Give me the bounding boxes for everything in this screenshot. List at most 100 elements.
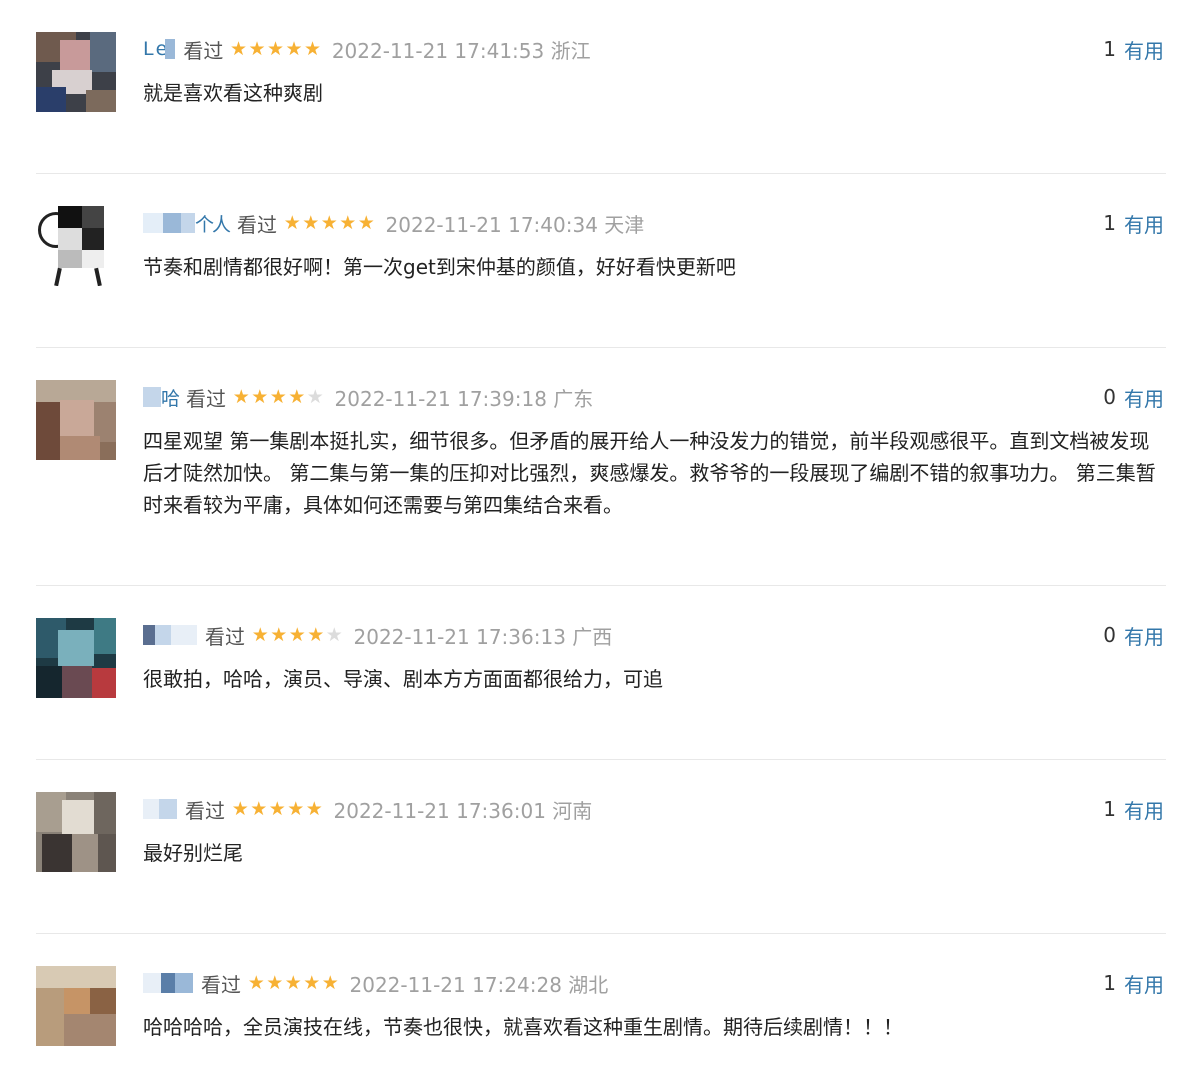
comment-location: 广西 <box>572 624 613 649</box>
comment-location: 浙江 <box>550 38 591 63</box>
comment-time: 2022-11-21 17:36:01 河南 <box>333 798 593 823</box>
star-filled-icon: ★ <box>284 972 302 994</box>
star-filled-icon: ★ <box>307 624 325 646</box>
comment-header: L e 看过 ★ ★ ★ ★ ★ 2022-11-21 17:41:53 浙江 <box>143 36 591 63</box>
star-filled-icon: ★ <box>270 624 288 646</box>
star-filled-icon: ★ <box>266 972 284 994</box>
comment-time: 2022-11-21 17:24:28 湖北 <box>349 972 609 997</box>
star-filled-icon: ★ <box>283 212 301 234</box>
star-filled-icon: ★ <box>251 624 269 646</box>
star-filled-icon: ★ <box>230 38 248 60</box>
star-filled-icon: ★ <box>267 38 285 60</box>
rating-stars: ★ ★ ★ ★ ★ <box>283 213 376 233</box>
star-filled-icon: ★ <box>304 38 322 60</box>
vote-count: 0 <box>1103 385 1116 409</box>
username-link[interactable] <box>143 622 197 648</box>
comment-header: 看过 ★ ★ ★ ★ ★ 2022-11-21 17:36:13 广西 <box>143 622 613 649</box>
comment-time: 2022-11-21 17:41:53 浙江 <box>331 38 591 63</box>
star-filled-icon: ★ <box>248 38 266 60</box>
comment-time: 2022-11-21 17:39:18 广东 <box>334 386 594 411</box>
avatar[interactable] <box>36 32 116 112</box>
comment-text: 四星观望 第一集剧本挺扎实，细节很多。但矛盾的展开给人一种没发力的错觉，前半段观… <box>143 429 1156 517</box>
star-filled-icon: ★ <box>321 972 339 994</box>
star-filled-icon: ★ <box>232 386 250 408</box>
comment-item: 看过 ★ ★ ★ ★ ★ 2022-11-21 17:36:13 广西 0 有用 很敢拍… <box>0 586 1200 760</box>
watch-status: 看过 <box>185 798 225 823</box>
watch-status: 看过 <box>237 212 278 237</box>
watch-status: 看过 <box>205 624 245 649</box>
useful-button[interactable]: 有用 <box>1124 969 1164 998</box>
vote-count: 1 <box>1103 37 1116 61</box>
star-filled-icon: ★ <box>320 212 338 234</box>
star-filled-icon: ★ <box>288 386 306 408</box>
watch-status: 看过 <box>186 386 227 411</box>
username-link[interactable]: L e <box>143 36 176 62</box>
comment-header: 看过 ★ ★ ★ ★ ★ 2022-11-21 17:36:01 河南 <box>143 796 593 823</box>
rating-stars: ★ ★ ★ ★ ★ <box>229 39 322 59</box>
comment-time: 2022-11-21 17:40:34 天津 <box>385 212 645 237</box>
comment-item: 看过 ★ ★ ★ ★ ★ 2022-11-21 17:36:01 河南 1 有用 最好别… <box>0 760 1200 934</box>
vote-area: 0 有用 <box>1103 621 1164 650</box>
comment-location: 天津 <box>604 212 645 237</box>
comment-header: 看过 ★ ★ ★ ★ ★ 2022-11-21 17:24:28 湖北 <box>143 970 609 997</box>
avatar[interactable] <box>36 380 116 460</box>
star-filled-icon: ★ <box>269 386 287 408</box>
useful-button[interactable]: 有用 <box>1124 795 1164 824</box>
username-link[interactable]: 个人 <box>143 210 231 236</box>
comment-text: 很敢拍，哈哈，演员、导演、剧本方方面面都很给力，可追 <box>143 667 663 691</box>
star-filled-icon: ★ <box>250 798 268 820</box>
vote-area: 1 有用 <box>1103 795 1164 824</box>
avatar[interactable] <box>36 966 116 1046</box>
comment-location: 河南 <box>552 798 593 823</box>
vote-count: 1 <box>1103 797 1116 821</box>
star-filled-icon: ★ <box>357 212 375 234</box>
vote-area: 1 有用 <box>1103 209 1164 238</box>
comment-location: 湖北 <box>568 972 609 997</box>
star-filled-icon: ★ <box>247 972 265 994</box>
comment-list: L e 看过 ★ ★ ★ ★ ★ 2022-11-21 17:41:53 浙江 1 有用… <box>0 0 1200 1066</box>
star-filled-icon: ★ <box>303 972 321 994</box>
comment-item: 个人 看过 ★ ★ ★ ★ ★ 2022-11-21 17:40:34 天津 1 有用 … <box>0 174 1200 348</box>
comment-item: L e 看过 ★ ★ ★ ★ ★ 2022-11-21 17:41:53 浙江 1 有用… <box>0 0 1200 174</box>
star-filled-icon: ★ <box>231 798 249 820</box>
rating-stars: ★ ★ ★ ★ ★ <box>231 799 324 819</box>
star-filled-icon: ★ <box>339 212 357 234</box>
username-link[interactable]: 哈 <box>143 384 180 410</box>
comment-item: 看过 ★ ★ ★ ★ ★ 2022-11-21 17:24:28 湖北 1 有用 哈哈哈… <box>0 934 1200 1066</box>
star-filled-icon: ★ <box>302 212 320 234</box>
comment-header: 哈 看过 ★ ★ ★ ★ ★ 2022-11-21 17:39:18 广东 <box>143 384 594 411</box>
comment-text: 最好别烂尾 <box>143 841 243 865</box>
rating-stars: ★ ★ ★ ★ ★ <box>247 973 340 993</box>
comment-text: 节奏和剧情都很好啊！第一次get到宋仲基的颜值，好好看快更新吧 <box>143 255 736 279</box>
star-filled-icon: ★ <box>251 386 269 408</box>
star-filled-icon: ★ <box>287 798 305 820</box>
star-filled-icon: ★ <box>288 624 306 646</box>
comment-location: 广东 <box>553 386 594 411</box>
useful-button[interactable]: 有用 <box>1124 383 1164 412</box>
comment-text: 就是喜欢看这种爽剧 <box>143 81 323 105</box>
watch-status: 看过 <box>183 38 224 63</box>
vote-area: 1 有用 <box>1103 35 1164 64</box>
vote-count: 1 <box>1103 971 1116 995</box>
star-empty-icon: ★ <box>325 624 343 646</box>
useful-button[interactable]: 有用 <box>1124 35 1164 64</box>
vote-area: 1 有用 <box>1103 969 1164 998</box>
star-empty-icon: ★ <box>306 386 324 408</box>
vote-count: 0 <box>1103 623 1116 647</box>
rating-stars: ★ ★ ★ ★ ★ <box>251 625 344 645</box>
username-link[interactable] <box>143 796 177 822</box>
rating-stars: ★ ★ ★ ★ ★ <box>232 387 325 407</box>
username-link[interactable] <box>143 970 193 996</box>
avatar[interactable] <box>36 206 116 286</box>
comment-time: 2022-11-21 17:36:13 广西 <box>353 624 613 649</box>
useful-button[interactable]: 有用 <box>1124 621 1164 650</box>
vote-area: 0 有用 <box>1103 383 1164 412</box>
star-filled-icon: ★ <box>268 798 286 820</box>
star-filled-icon: ★ <box>305 798 323 820</box>
comment-header: 个人 看过 ★ ★ ★ ★ ★ 2022-11-21 17:40:34 天津 <box>143 210 645 237</box>
avatar[interactable] <box>36 792 116 872</box>
comment-item: 哈 看过 ★ ★ ★ ★ ★ 2022-11-21 17:39:18 广东 0 有用 四… <box>0 348 1200 586</box>
avatar[interactable] <box>36 618 116 698</box>
vote-count: 1 <box>1103 211 1116 235</box>
useful-button[interactable]: 有用 <box>1124 209 1164 238</box>
